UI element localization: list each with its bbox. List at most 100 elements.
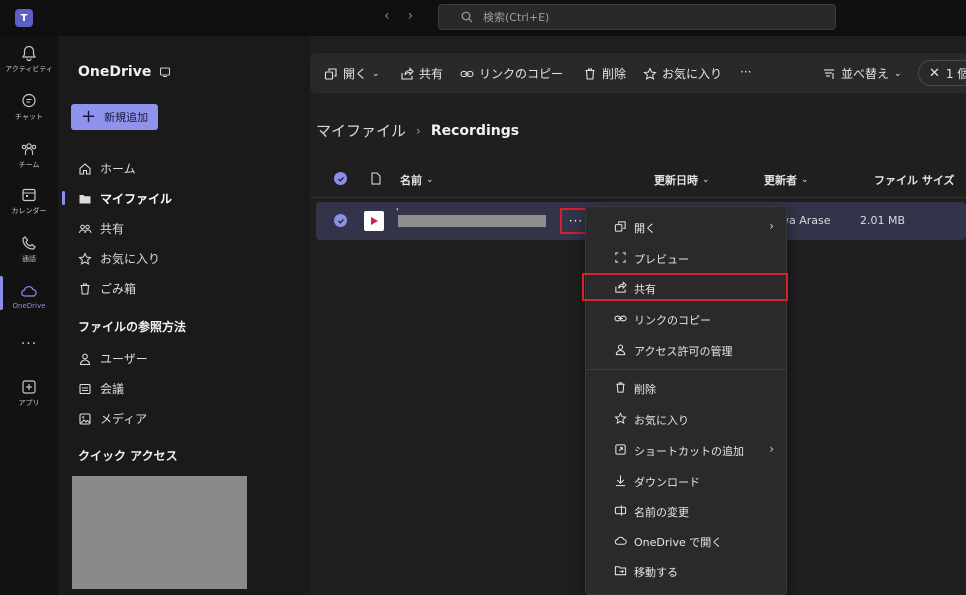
sidebar-item-label: ごみ箱 <box>100 282 137 296</box>
menu-item-copy-link[interactable]: リンクのコピー <box>586 305 786 333</box>
more-icon: ··· <box>740 65 752 79</box>
popout-icon[interactable] <box>159 66 171 78</box>
open-button[interactable]: 開く ⌄ <box>324 65 380 82</box>
modified-column-header[interactable]: 更新日時 ⌄ <box>654 172 710 188</box>
chevron-down-icon: ⌄ <box>426 175 434 185</box>
rail-item-apps[interactable]: アプリ <box>0 378 58 408</box>
menu-item-rename[interactable]: 名前の変更 <box>586 497 786 525</box>
rail-item-calendar[interactable]: カレンダー <box>0 186 58 216</box>
forward-arrow-icon[interactable]: › <box>408 8 414 24</box>
file-name-redacted[interactable] <box>398 215 546 227</box>
modified-header-label: 更新日時 <box>654 174 698 187</box>
menu-item-open[interactable]: 開く › <box>586 213 786 241</box>
menu-item-favorite[interactable]: お気に入り <box>586 405 786 433</box>
menu-item-open-in-onedrive[interactable]: OneDrive で開く <box>586 527 786 555</box>
sidebar-item-trash[interactable]: ごみ箱 <box>78 280 136 297</box>
back-arrow-icon[interactable]: ‹ <box>384 8 390 24</box>
sidebar-item-favorites[interactable]: お気に入り <box>78 250 160 267</box>
sidebar-title-text: OneDrive <box>78 64 152 80</box>
apps-icon <box>22 380 36 394</box>
more-icon: ··· <box>20 336 38 352</box>
sort-button[interactable]: 並べ替え ⌄ <box>822 65 902 82</box>
bell-icon <box>21 45 37 62</box>
rail-label: カレンダー <box>11 207 47 215</box>
clear-selection-button[interactable]: ✕ 1 個 <box>918 60 966 86</box>
menu-item-label: プレビュー <box>634 253 689 266</box>
sidebar-item-label: メディア <box>100 412 148 426</box>
breadcrumb-root[interactable]: マイファイル <box>316 120 406 141</box>
quick-access-heading: クイック アクセス <box>78 449 178 463</box>
row-modified-by: wa Arase <box>780 214 831 227</box>
menu-item-add-shortcut[interactable]: ショートカットの追加 › <box>586 436 786 464</box>
teams-icon <box>21 143 37 155</box>
link-icon <box>460 70 474 77</box>
sidebar-item-media[interactable]: メディア <box>78 410 147 427</box>
title-bar: T ‹ › 検索(Ctrl+E) <box>0 0 966 36</box>
calendar-icon <box>22 188 36 202</box>
rail-item-calls[interactable]: 通話 <box>0 234 58 264</box>
favorite-button[interactable]: お気に入り <box>643 65 722 82</box>
share-button[interactable]: 共有 <box>400 65 443 82</box>
trash-icon <box>616 382 625 393</box>
menu-item-delete[interactable]: 削除 <box>586 374 786 402</box>
sidebar-item-home[interactable]: ホーム <box>78 160 136 177</box>
share-label: 共有 <box>419 67 444 81</box>
more-icon: ··· <box>568 214 584 228</box>
folder-icon <box>79 194 91 203</box>
command-bar: 開く ⌄ 共有 リンクのコピー 削除 お気に入り ··· 並べ替え ⌄ ✕ 1 … <box>310 53 966 93</box>
open-label: 開く <box>343 67 368 81</box>
sidebar-item-label: お気に入り <box>100 252 161 266</box>
select-all-checkbox[interactable] <box>334 172 347 185</box>
menu-item-move[interactable]: 移動する <box>586 557 786 585</box>
sidebar-item-label: ホーム <box>100 162 136 176</box>
menu-item-download[interactable]: ダウンロード <box>586 467 786 495</box>
menu-item-manage-access[interactable]: アクセス許可の管理 <box>586 336 786 364</box>
browse-by-heading: ファイルの参照方法 <box>78 320 187 334</box>
modified-by-column-header[interactable]: 更新者 ⌄ <box>764 172 809 188</box>
delete-button[interactable]: 削除 <box>583 65 626 82</box>
menu-item-preview[interactable]: プレビュー <box>586 244 786 272</box>
preview-icon <box>615 252 626 263</box>
chevron-down-icon: ⌄ <box>801 175 809 185</box>
phone-icon <box>22 236 36 250</box>
menu-item-label: リンクのコピー <box>634 314 711 327</box>
more-actions-button[interactable]: ··· <box>740 65 751 79</box>
sidebar-item-my-files[interactable]: マイファイル <box>78 190 172 207</box>
sidebar-item-shared[interactable]: 共有 <box>78 220 124 237</box>
search-input[interactable]: 検索(Ctrl+E) <box>438 4 836 30</box>
sidebar-item-meetings[interactable]: 会議 <box>78 380 124 397</box>
plus-icon: + <box>81 106 97 127</box>
app-rail: アクティビティ チャット チーム カレンダー 通話 OneDrive ··· ア… <box>0 36 58 595</box>
sidebar-title: OneDrive <box>78 64 171 80</box>
person-icon <box>79 353 91 365</box>
sidebar-item-label: 共有 <box>100 222 125 236</box>
star-icon <box>643 66 657 80</box>
rail-item-teams[interactable]: チーム <box>0 140 58 170</box>
copy-link-button[interactable]: リンクのコピー <box>460 65 563 82</box>
rail-label: 通話 <box>22 255 36 263</box>
menu-item-share[interactable]: 共有 <box>582 273 788 301</box>
modified-by-header-label: 更新者 <box>764 174 797 187</box>
sidebar-item-people[interactable]: ユーザー <box>78 350 148 367</box>
share-icon <box>401 66 414 80</box>
rail-item-onedrive[interactable]: OneDrive <box>0 282 58 310</box>
shortcut-icon <box>615 444 626 455</box>
add-new-button[interactable]: + 新規追加 <box>71 104 159 130</box>
rename-icon <box>614 505 627 516</box>
menu-item-label: お気に入り <box>634 414 689 427</box>
context-menu: 開く › プレビュー 共有 リンクのコピー アクセス許可の管理 削除 お気に入り… <box>582 206 788 595</box>
name-column-header[interactable]: 名前 ⌄ <box>400 172 434 188</box>
row-checkbox[interactable] <box>334 214 347 227</box>
rail-item-activity[interactable]: アクティビティ <box>0 44 58 74</box>
size-column-header[interactable]: ファイル サイズ <box>874 172 955 188</box>
sidebar-item-label: マイファイル <box>100 192 173 206</box>
sidebar-item-label: ユーザー <box>100 352 148 366</box>
row-file-size: 2.01 MB <box>860 214 906 227</box>
cloud-icon <box>21 286 37 297</box>
rail-item-more[interactable]: ··· <box>0 336 58 352</box>
close-icon: ✕ <box>929 65 940 81</box>
rail-item-chat[interactable]: チャット <box>0 92 58 122</box>
quick-access-thumbnail[interactable] <box>72 476 247 589</box>
open-icon <box>614 221 626 232</box>
selected-count: 1 個 <box>945 66 966 81</box>
